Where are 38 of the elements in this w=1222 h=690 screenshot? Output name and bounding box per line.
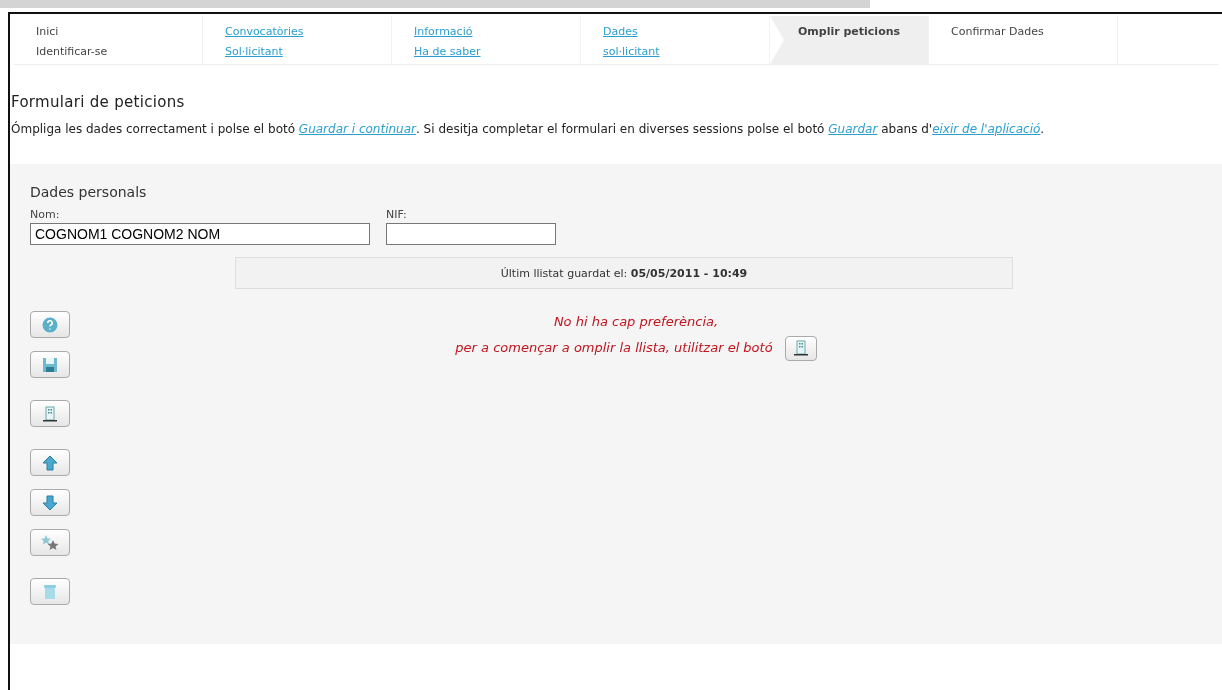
text-field[interactable] bbox=[386, 223, 556, 245]
field-label: Nom: bbox=[30, 208, 60, 221]
tool-button[interactable] bbox=[30, 578, 70, 605]
step-link[interactable]: Sol·licitant bbox=[225, 42, 283, 62]
building-icon bbox=[793, 340, 808, 356]
tool-button[interactable] bbox=[30, 489, 70, 516]
tool-button[interactable] bbox=[30, 529, 70, 556]
tool-button[interactable] bbox=[30, 449, 70, 476]
tool-button[interactable] bbox=[30, 351, 70, 378]
last-saved-text: Últim llistat guardat el: 05/05/2011 - 10:49 bbox=[500, 266, 748, 280]
step-label: Identificar-se bbox=[36, 44, 108, 60]
instructions-link[interactable]: Guardar i continuar bbox=[298, 122, 416, 136]
help-icon bbox=[42, 316, 58, 333]
text-field[interactable]: COGNOM1 COGNOM2 NOM bbox=[30, 223, 370, 245]
building-icon bbox=[43, 405, 57, 422]
step-label: Omplir peticions bbox=[798, 24, 901, 40]
step-link[interactable]: Convocatòries bbox=[225, 22, 304, 42]
form-title: Formulari de peticions bbox=[11, 93, 186, 111]
empty-list-message: per a començar a omplir la llista, utilitzar el botó bbox=[455, 339, 773, 357]
tool-button[interactable] bbox=[30, 311, 70, 338]
step-link[interactable]: Ha de saber bbox=[414, 42, 481, 62]
trash-icon bbox=[43, 583, 57, 600]
step-label: Inici bbox=[36, 24, 59, 40]
step-link[interactable]: sol·licitant bbox=[603, 42, 660, 62]
stars-icon bbox=[41, 534, 59, 551]
down-arrow-icon bbox=[42, 494, 58, 511]
empty-list-message: No hi ha cap preferència, bbox=[553, 313, 719, 331]
add-button[interactable] bbox=[784, 335, 817, 361]
step-label: Confirmar Dades bbox=[951, 24, 1044, 40]
instructions-link[interactable]: Guardar bbox=[828, 122, 878, 136]
step-link[interactable]: Dades bbox=[603, 22, 638, 42]
wizard-step[interactable]: Omplir peticions bbox=[770, 16, 929, 64]
field-label: NIF: bbox=[386, 208, 407, 221]
step-link[interactable]: Informació bbox=[414, 22, 473, 42]
tool-button[interactable] bbox=[30, 400, 70, 427]
section-title: Dades personals bbox=[30, 184, 148, 200]
instructions-text: Ómpliga les dades correctament i polse el botó Guardar i continuar. Si desitja completar el formulari en diverses sessions polse el botó Guardar abans d'eixir de l'aplicació. bbox=[11, 120, 1046, 138]
up-arrow-icon bbox=[42, 454, 58, 471]
